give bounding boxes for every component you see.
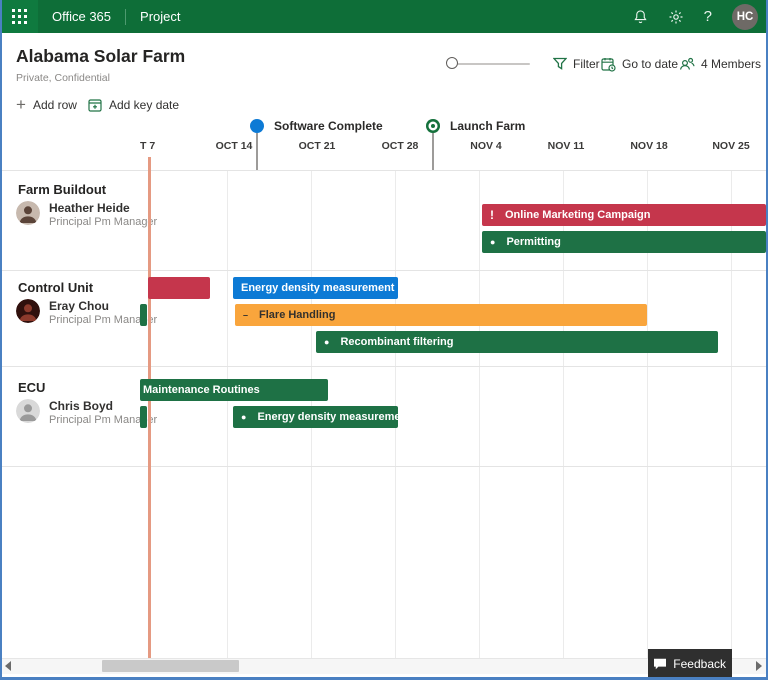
- group-owner-row[interactable]: Chris BoydPrincipal Pm Manager: [16, 399, 157, 427]
- timeline-date-label: NOV 11: [548, 140, 585, 152]
- milestone-circle-icon: [426, 119, 440, 133]
- filter-funnel-icon: [553, 57, 567, 71]
- horizontal-scrollbar-thumb[interactable]: [102, 660, 239, 672]
- group-owner-row[interactable]: Eray ChouPrincipal Pm Manager: [16, 299, 157, 327]
- calendar-clock-icon: [601, 57, 616, 72]
- feedback-speech-bubble-icon: [654, 658, 666, 670]
- milestone-stem-line: [432, 133, 434, 170]
- group-title[interactable]: Control Unit: [18, 280, 93, 295]
- milestone-label: Software Complete: [274, 119, 383, 133]
- timeline-date-label: OCT 21: [299, 140, 336, 152]
- add-key-date-label: Add key date: [109, 98, 179, 112]
- user-avatar[interactable]: HC: [732, 4, 758, 30]
- task-bar[interactable]: ● Permitting: [482, 231, 766, 253]
- add-row-button[interactable]: + Add row: [16, 97, 77, 113]
- task-bar[interactable]: ● Energy density measurement: [233, 406, 398, 428]
- task-bar-fragment[interactable]: [148, 277, 210, 299]
- timeline-date-label: NOV 4: [470, 140, 502, 152]
- app-launcher-icon[interactable]: [0, 0, 38, 33]
- topbar-divider: [125, 9, 126, 25]
- owner-avatar-photo: [16, 299, 40, 323]
- timeline-date-label: OCT 28: [382, 140, 419, 152]
- task-bar-label: Recombinant filtering: [340, 336, 453, 348]
- filter-label: Filter: [573, 57, 600, 71]
- waffle-grid-icon: [12, 9, 27, 24]
- task-bar-label: Flare Handling: [259, 309, 335, 321]
- timeline-date-label: NOV 25: [712, 140, 749, 152]
- owner-text: Heather HeidePrincipal Pm Manager: [49, 201, 157, 229]
- owner-avatar-photo: [16, 399, 40, 423]
- row-group-separator: [0, 366, 768, 367]
- filter-button[interactable]: Filter: [553, 56, 600, 72]
- notifications-bell-icon[interactable]: [633, 9, 648, 24]
- page-subtitle: Private, Confidential: [16, 72, 110, 84]
- zoom-slider-track[interactable]: [450, 63, 530, 65]
- page-title: Alabama Solar Farm: [16, 46, 185, 67]
- task-bar[interactable]: ● Recombinant filtering: [316, 331, 718, 353]
- status-dot-icon: ●: [324, 338, 329, 347]
- priority-exclamation-icon: !: [490, 209, 494, 221]
- milestone-label: Launch Farm: [450, 119, 525, 133]
- status-dot-icon: ●: [241, 413, 246, 422]
- owner-name: Heather Heide: [49, 201, 157, 215]
- timeline-date-label: NOV 18: [630, 140, 667, 152]
- topbar-actions: ? HC: [633, 4, 768, 30]
- owner-role: Principal Pm Manager: [49, 215, 157, 229]
- group-title[interactable]: ECU: [18, 380, 45, 395]
- milestone-marker[interactable]: Software Complete: [250, 119, 383, 133]
- group-title[interactable]: Farm Buildout: [18, 182, 106, 197]
- milestone-stem-line: [256, 133, 258, 170]
- today-marker-line: [148, 157, 151, 658]
- row-group-separator: [0, 270, 768, 271]
- members-label: 4 Members: [701, 57, 761, 71]
- calendar-plus-icon: [88, 98, 102, 112]
- task-bar-label: Online Marketing Campaign: [505, 209, 650, 221]
- add-row-label: Add row: [33, 98, 77, 112]
- milestone-marker[interactable]: Launch Farm: [426, 119, 525, 133]
- task-bar[interactable]: Energy density measurement: [233, 277, 398, 299]
- suite-name-link[interactable]: Office 365: [52, 9, 111, 24]
- task-bar-label: Maintenance Routines: [143, 384, 260, 396]
- timeline-date-label: OCT 14: [216, 140, 253, 152]
- task-bar[interactable]: Maintenance Routines: [140, 379, 328, 401]
- owner-avatar-photo: [16, 201, 40, 225]
- task-bar-fragment[interactable]: [140, 304, 147, 326]
- add-key-date-button[interactable]: Add key date: [88, 97, 179, 113]
- row-group-separator: [0, 466, 768, 467]
- milestone-circle-icon: [250, 119, 264, 133]
- settings-gear-icon[interactable]: [668, 9, 684, 25]
- row-group-separator: [0, 170, 768, 171]
- scrollbar-left-arrow-icon[interactable]: [5, 661, 11, 671]
- feedback-button[interactable]: Feedback: [648, 649, 732, 678]
- product-name-link[interactable]: Project: [140, 9, 180, 24]
- plus-icon: +: [16, 98, 26, 112]
- go-to-date-button[interactable]: Go to date: [601, 56, 678, 72]
- task-bar-fragment[interactable]: [140, 406, 147, 428]
- group-owner-row[interactable]: Heather HeidePrincipal Pm Manager: [16, 201, 157, 229]
- help-icon[interactable]: ?: [704, 9, 712, 24]
- status-dash-icon: –: [243, 311, 248, 320]
- window-border-left: [0, 0, 2, 680]
- project-app-window: Office 365 Project ? HC Alabama Solar Fa…: [0, 0, 768, 680]
- task-bar[interactable]: ! Online Marketing Campaign: [482, 204, 766, 226]
- members-people-icon: [679, 57, 695, 71]
- zoom-slider-knob[interactable]: [446, 57, 458, 69]
- go-to-date-label: Go to date: [622, 57, 678, 71]
- status-dot-icon: ●: [490, 238, 495, 247]
- scrollbar-right-arrow-icon[interactable]: [756, 661, 762, 671]
- task-bar-label: Energy density measurement: [241, 282, 394, 294]
- gantt-grid-column-line: [479, 170, 480, 658]
- task-bar-label: Energy density measurement: [257, 411, 398, 423]
- gantt-grid-column-line: [227, 170, 228, 658]
- task-bar[interactable]: – Flare Handling: [235, 304, 647, 326]
- members-button[interactable]: 4 Members: [679, 56, 761, 72]
- suite-top-bar: Office 365 Project ? HC: [0, 0, 768, 33]
- task-bar-label: Permitting: [506, 236, 560, 248]
- timeline-date-label: T 7: [140, 140, 155, 152]
- feedback-label: Feedback: [673, 657, 726, 671]
